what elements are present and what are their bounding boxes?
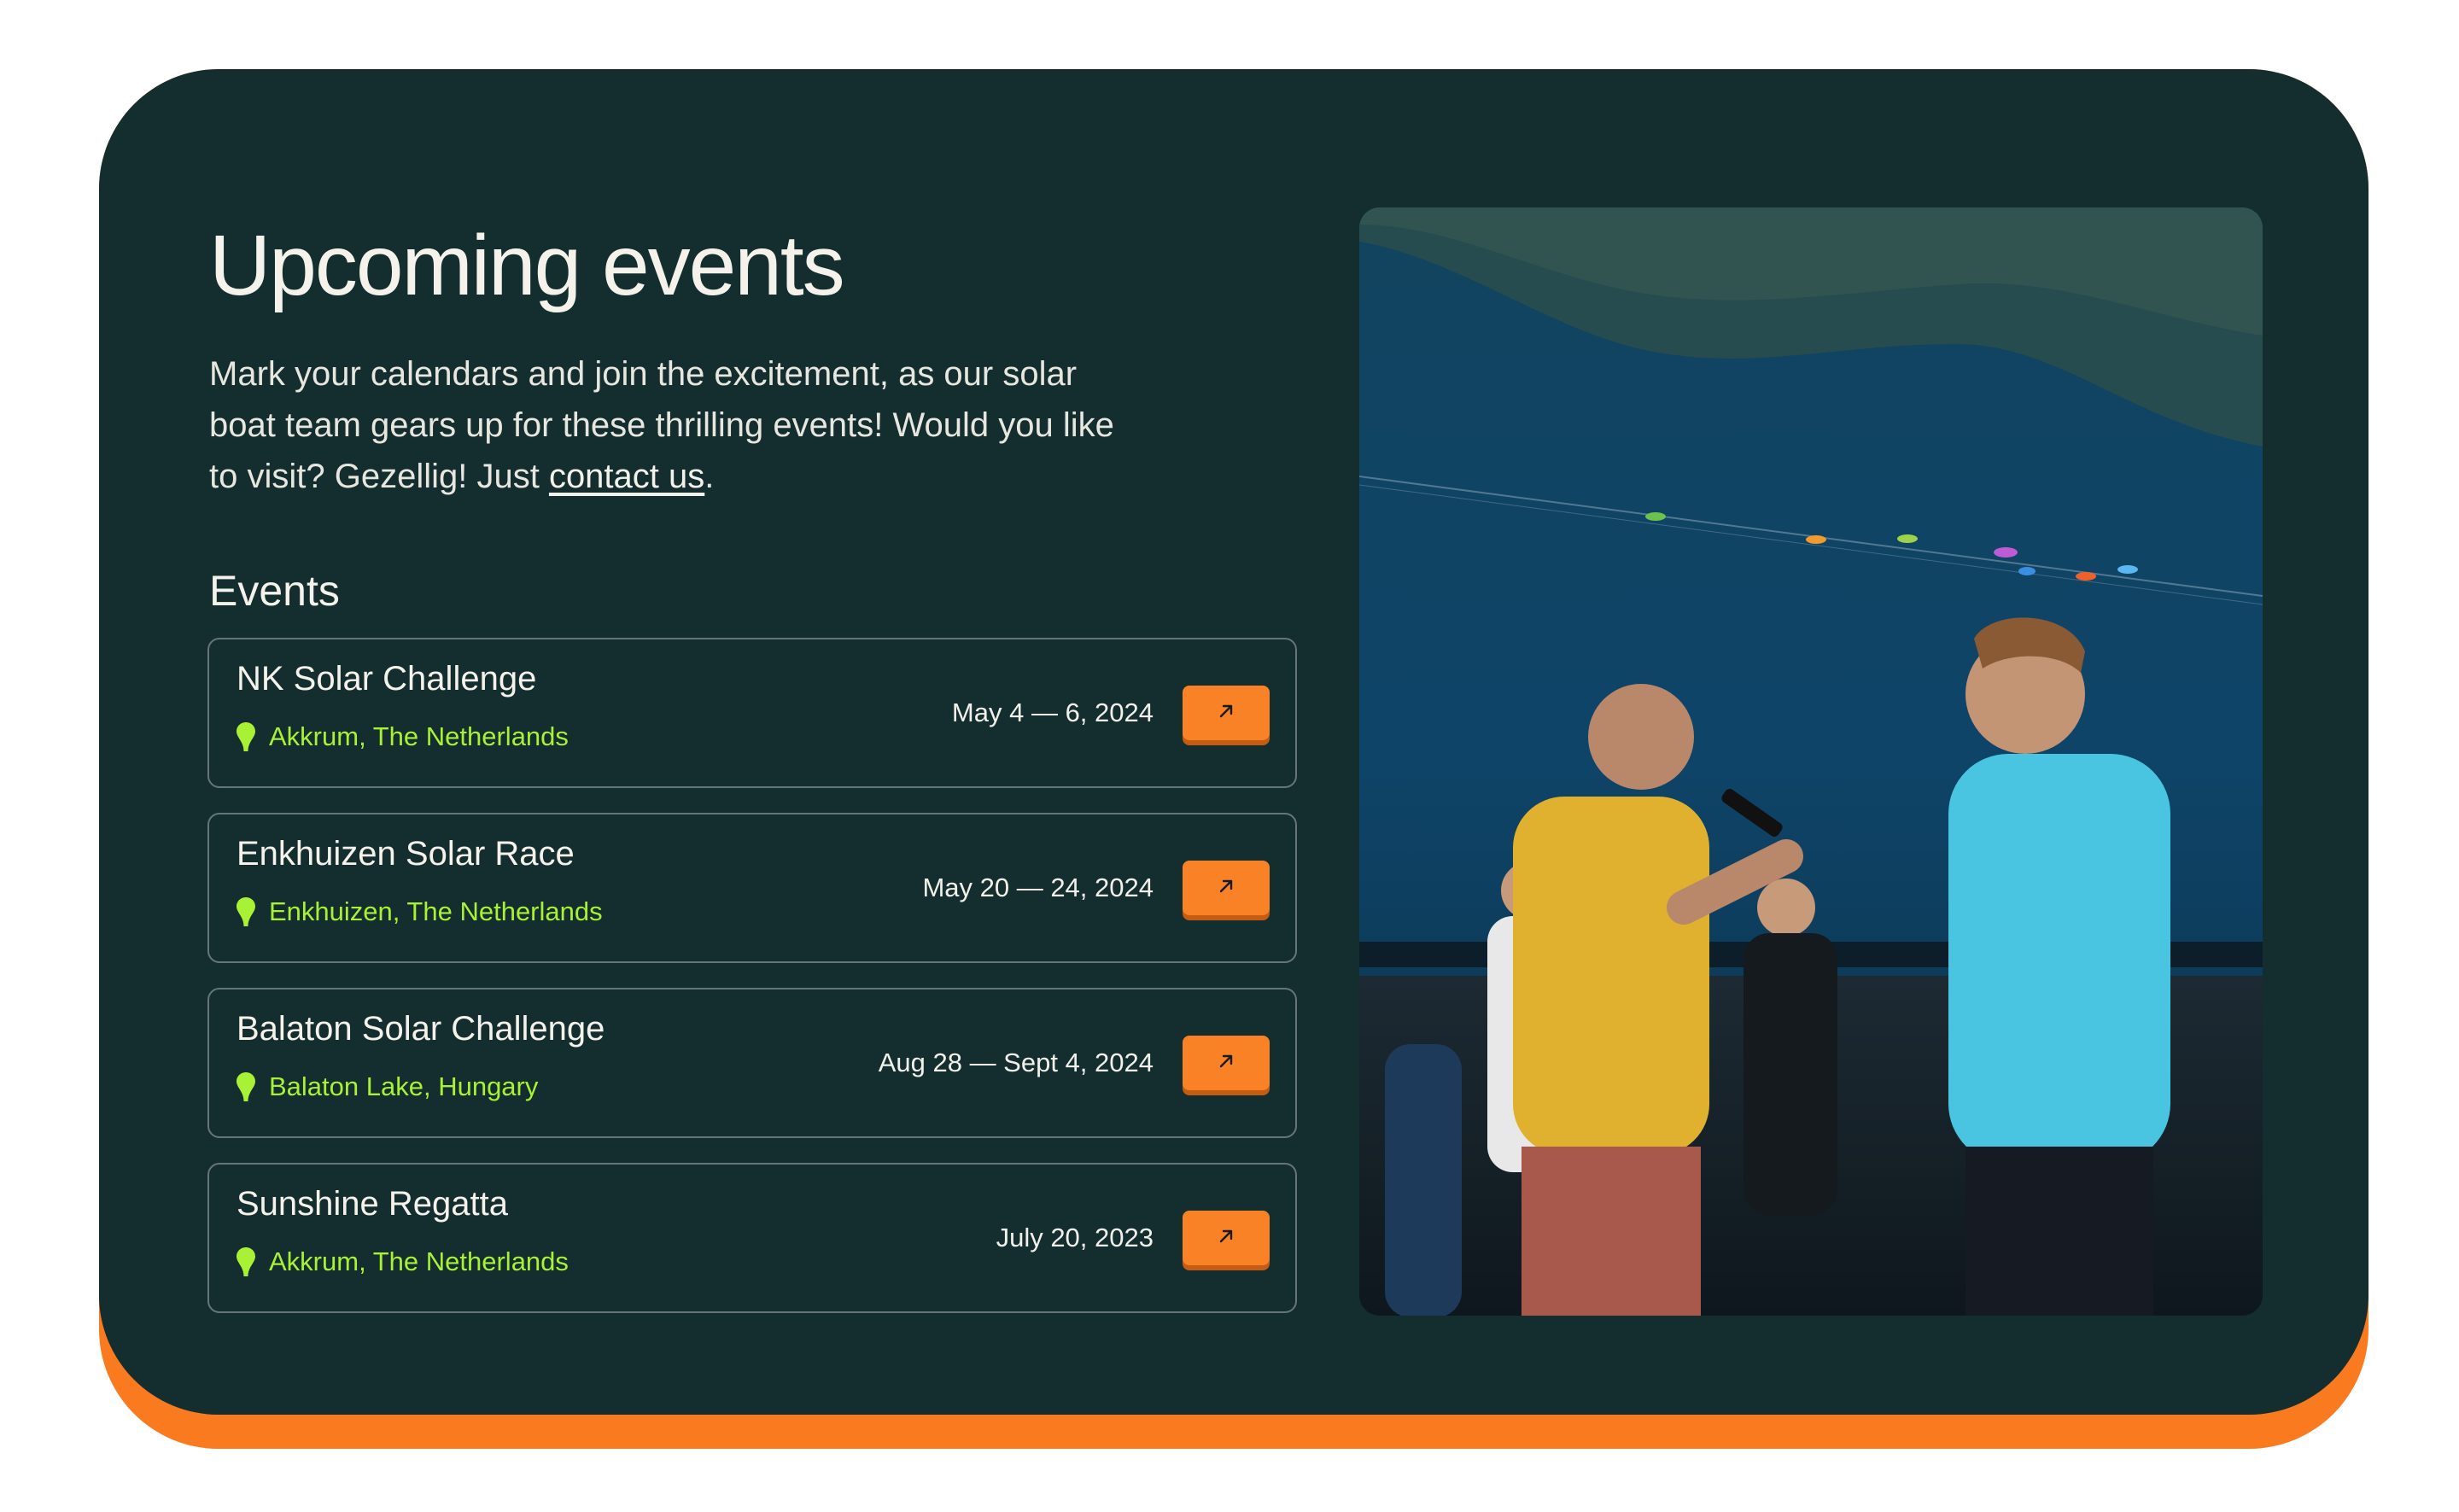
map-pin-icon	[237, 897, 255, 926]
contact-us-link[interactable]: contact us	[549, 458, 704, 495]
event-link-button[interactable]	[1183, 686, 1270, 740]
map-pin-icon	[237, 722, 255, 751]
intro-paragraph: Mark your calendars and join the excitem…	[209, 348, 1114, 502]
arrow-up-right-icon	[1217, 877, 1235, 900]
event-location-text: Enkhuizen, The Netherlands	[269, 896, 603, 926]
arrow-up-right-icon	[1217, 1227, 1235, 1250]
event-name: Sunshine Regatta	[237, 1185, 509, 1223]
event-location: Akkrum, The Netherlands	[237, 720, 569, 754]
event-name: Enkhuizen Solar Race	[237, 835, 575, 873]
event-location-text: Balaton Lake, Hungary	[269, 1071, 539, 1101]
event-date: Aug 28 — Sept 4, 2024	[878, 1048, 1154, 1077]
arrow-up-right-icon	[1217, 702, 1235, 725]
intro-end: .	[704, 458, 715, 495]
event-photo	[1359, 207, 2263, 1316]
events-list: NK Solar Challenge Akkrum, The Netherlan…	[207, 638, 1297, 1338]
event-date: May 20 — 24, 2024	[922, 873, 1154, 902]
events-card-shadow: Upcoming events Mark your calendars and …	[99, 69, 2368, 1449]
events-heading: Events	[209, 567, 340, 615]
event-card: Sunshine Regatta Akkrum, The Netherlands…	[207, 1163, 1297, 1313]
event-card: Enkhuizen Solar Race Enkhuizen, The Neth…	[207, 813, 1297, 963]
event-location: Enkhuizen, The Netherlands	[237, 895, 603, 929]
page-title: Upcoming events	[209, 218, 845, 313]
event-date: July 20, 2023	[996, 1223, 1154, 1252]
map-pin-icon	[237, 1247, 255, 1276]
event-date: May 4 — 6, 2024	[951, 698, 1154, 727]
event-location: Balaton Lake, Hungary	[237, 1070, 538, 1104]
event-name: Balaton Solar Challenge	[237, 1010, 605, 1048]
event-name: NK Solar Challenge	[237, 660, 537, 698]
arrow-up-right-icon	[1217, 1052, 1235, 1075]
events-card: Upcoming events Mark your calendars and …	[99, 69, 2368, 1415]
event-card: Balaton Solar Challenge Balaton Lake, Hu…	[207, 988, 1297, 1138]
map-pin-icon	[237, 1072, 255, 1101]
event-link-button[interactable]	[1183, 1036, 1270, 1090]
event-card: NK Solar Challenge Akkrum, The Netherlan…	[207, 638, 1297, 788]
event-link-button[interactable]	[1183, 861, 1270, 915]
event-link-button[interactable]	[1183, 1211, 1270, 1265]
event-location: Akkrum, The Netherlands	[237, 1245, 569, 1279]
event-location-text: Akkrum, The Netherlands	[269, 1246, 569, 1276]
event-location-text: Akkrum, The Netherlands	[269, 721, 569, 751]
